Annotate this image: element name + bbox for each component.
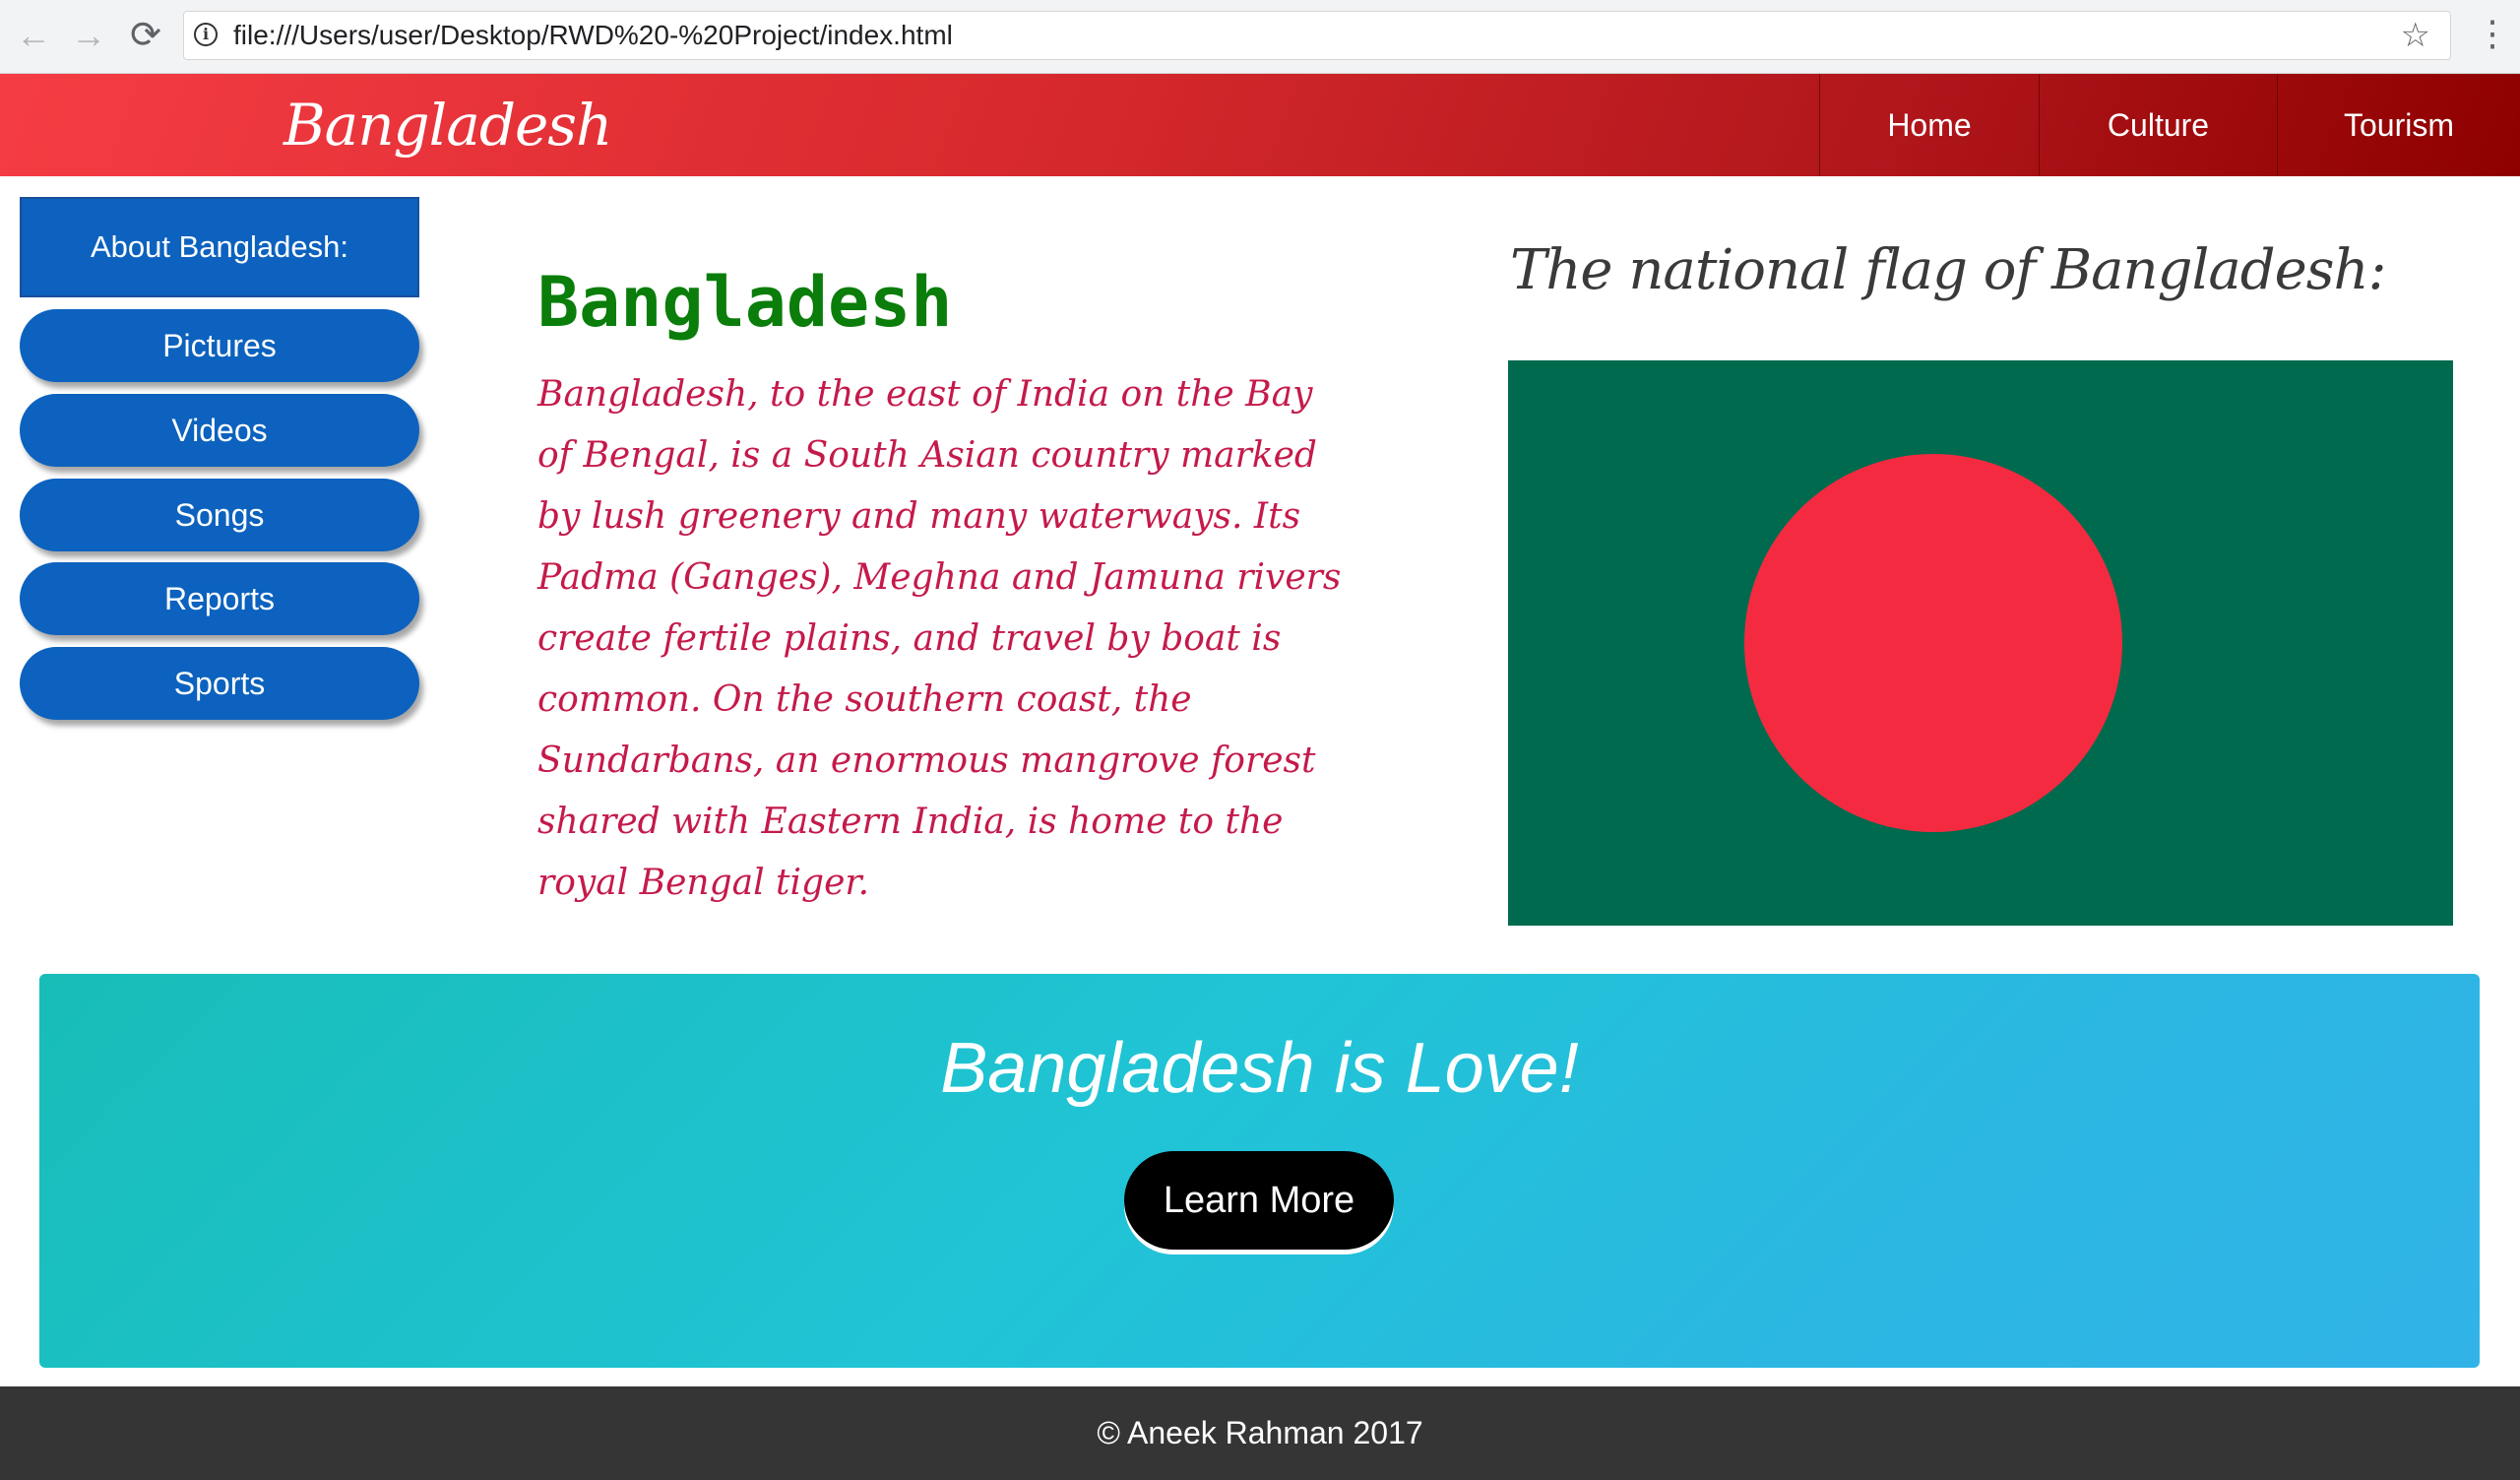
- site-header: Bangladesh Home Culture Tourism: [0, 74, 2520, 176]
- sidebar-item-videos[interactable]: Videos: [20, 394, 419, 467]
- nav-home[interactable]: Home: [1819, 74, 2039, 176]
- banner-title: Bangladesh is Love!: [940, 1029, 1579, 1108]
- reload-icon[interactable]: ⟳: [128, 17, 163, 54]
- sidebar-item-sports[interactable]: Sports: [20, 647, 419, 720]
- flag-heading: The national flag of Bangladesh:: [1510, 238, 2386, 302]
- flag-red-disc: [1744, 454, 2122, 832]
- back-arrow-icon[interactable]: ←: [16, 18, 51, 53]
- address-url[interactable]: file:///Users/user/Desktop/RWD%20-%20Pro…: [233, 12, 953, 59]
- browser-menu-icon[interactable]: ⋮: [2475, 14, 2510, 57]
- address-bar[interactable]: i file:///Users/user/Desktop/RWD%20-%20P…: [183, 11, 2451, 60]
- promo-banner: Bangladesh is Love! Learn More: [39, 974, 2480, 1368]
- top-nav: Home Culture Tourism: [1819, 74, 2520, 176]
- sidebar-heading: About Bangladesh:: [20, 197, 419, 297]
- sidebar-item-songs[interactable]: Songs: [20, 479, 419, 551]
- nav-culture[interactable]: Culture: [2039, 74, 2277, 176]
- bangladesh-flag-image: [1508, 360, 2453, 926]
- info-icon[interactable]: i: [194, 23, 218, 46]
- forward-arrow-icon[interactable]: →: [71, 18, 106, 53]
- browser-toolbar: ← → ⟳ i file:///Users/user/Desktop/RWD%2…: [0, 0, 2520, 74]
- sidebar-item-reports[interactable]: Reports: [20, 562, 419, 635]
- footer-copyright: © Aneek Rahman 2017: [0, 1386, 2520, 1480]
- sidebar-item-pictures[interactable]: Pictures: [20, 309, 419, 382]
- article-title: Bangladesh: [537, 262, 953, 343]
- site-brand[interactable]: Bangladesh: [284, 74, 612, 176]
- article-body: Bangladesh, to the east of India on the …: [537, 374, 1342, 903]
- nav-tourism[interactable]: Tourism: [2277, 74, 2520, 176]
- bookmark-star-icon[interactable]: ☆: [2401, 12, 2430, 59]
- learn-more-button[interactable]: Learn More: [1124, 1151, 1394, 1250]
